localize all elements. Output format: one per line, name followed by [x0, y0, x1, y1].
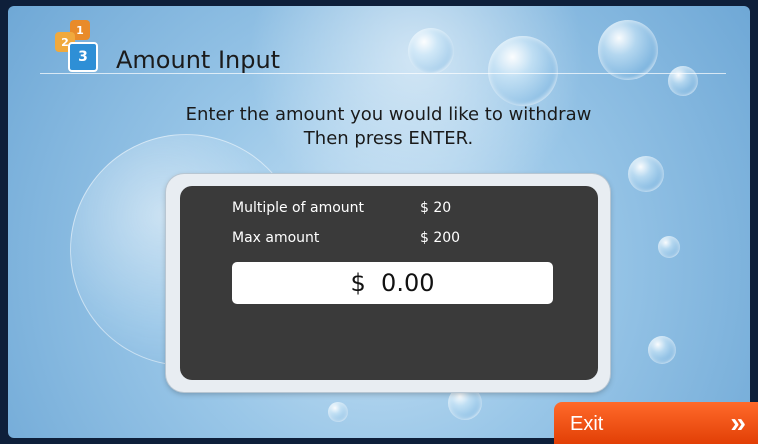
- exit-button[interactable]: Exit »: [554, 402, 758, 444]
- decorative-bubble: [648, 336, 676, 364]
- max-value: $ 200: [420, 230, 461, 246]
- decorative-bubble: [408, 28, 454, 74]
- exit-label: Exit: [570, 413, 604, 435]
- atm-screen: 1 2 3 Amount Input Enter the amount you …: [0, 0, 758, 444]
- instruction-line-2: Then press ENTER.: [303, 128, 474, 149]
- decorative-bubble: [328, 402, 348, 422]
- decorative-bubble: [658, 236, 680, 258]
- decorative-bubble: [598, 20, 658, 80]
- amount-value: $ 0.00: [350, 269, 435, 297]
- double-chevron-right-icon: »: [730, 407, 746, 438]
- instructions: Enter the amount you would like to withd…: [0, 103, 758, 151]
- step-indicator-icon: 1 2 3: [50, 20, 100, 72]
- instruction-line-1: Enter the amount you would like to withd…: [185, 104, 592, 125]
- decorative-bubble: [628, 156, 664, 192]
- decorative-bubble: [668, 66, 698, 96]
- decorative-bubble: [488, 36, 558, 106]
- amount-input-field[interactable]: $ 0.00: [232, 262, 553, 304]
- multiple-label: Multiple of amount: [232, 200, 365, 216]
- max-label: Max amount: [232, 230, 320, 246]
- current-step-badge: 3: [68, 42, 98, 72]
- page-title: Amount Input: [116, 46, 281, 74]
- multiple-value: $ 20: [420, 200, 452, 216]
